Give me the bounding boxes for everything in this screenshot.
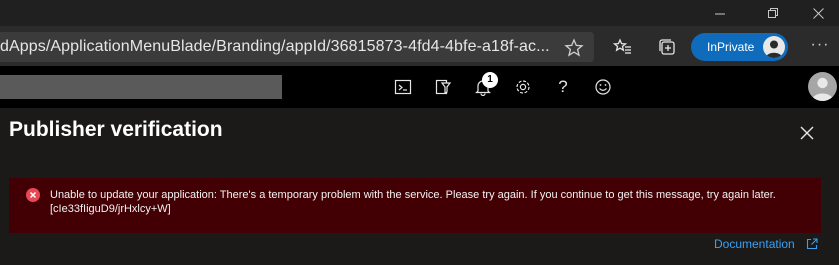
documentation-link[interactable]: Documentation bbox=[714, 237, 795, 251]
close-icon bbox=[812, 7, 824, 19]
cloud-shell-icon[interactable] bbox=[392, 76, 414, 98]
inprivate-button[interactable]: InPrivate bbox=[691, 33, 788, 61]
search-box[interactable] bbox=[0, 75, 282, 99]
external-link-icon[interactable] bbox=[806, 238, 818, 250]
error-message-bar: Unable to update your application: There… bbox=[9, 178, 821, 233]
favorites-icon[interactable] bbox=[612, 36, 634, 58]
address-url[interactable]: dApps/ApplicationMenuBlade/Branding/appI… bbox=[0, 32, 556, 62]
portal-header: 1 ? bbox=[0, 66, 839, 108]
address-bar[interactable]: dApps/ApplicationMenuBlade/Branding/appI… bbox=[0, 32, 594, 62]
more-options-button[interactable]: ··· bbox=[808, 36, 832, 56]
inprivate-label: InPrivate bbox=[707, 40, 755, 54]
directory-filter-icon[interactable] bbox=[432, 76, 454, 98]
favorite-star-icon[interactable] bbox=[564, 38, 584, 58]
window-titlebar bbox=[0, 0, 839, 26]
error-icon bbox=[26, 188, 40, 202]
help-icon[interactable]: ? bbox=[552, 76, 574, 98]
blade-title: Publisher verification bbox=[9, 118, 223, 141]
close-window-button[interactable] bbox=[795, 0, 839, 26]
close-icon[interactable] bbox=[796, 122, 818, 144]
settings-icon[interactable] bbox=[512, 76, 534, 98]
user-avatar[interactable] bbox=[808, 72, 837, 101]
restore-button[interactable] bbox=[750, 0, 796, 26]
notification-count-badge: 1 bbox=[482, 72, 498, 88]
collections-icon[interactable] bbox=[656, 36, 678, 58]
error-message-text: Unable to update your application: There… bbox=[50, 189, 776, 215]
publisher-verification-blade: Publisher verification Unable to update … bbox=[0, 108, 839, 265]
inprivate-avatar bbox=[763, 36, 785, 58]
restore-icon bbox=[767, 7, 778, 18]
browser-toolbar: dApps/ApplicationMenuBlade/Branding/appI… bbox=[0, 26, 839, 66]
minimize-button[interactable] bbox=[697, 0, 743, 26]
minimize-icon bbox=[714, 13, 725, 14]
feedback-icon[interactable] bbox=[592, 76, 614, 98]
